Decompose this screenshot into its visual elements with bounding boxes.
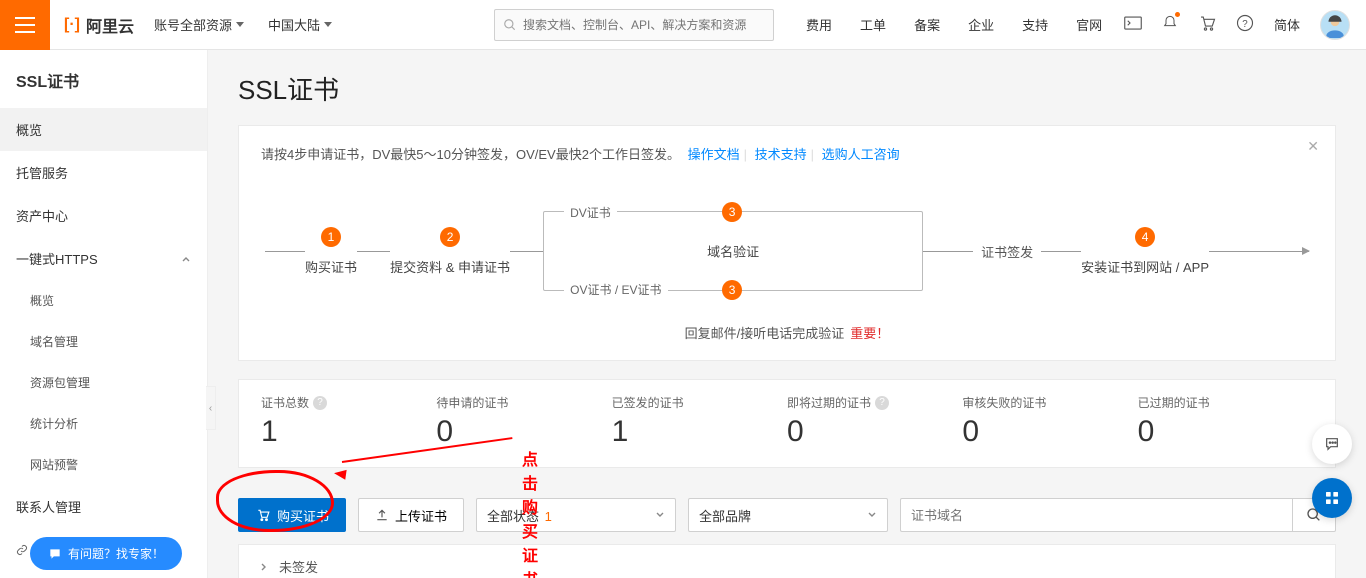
intro-link-support[interactable]: 技术支持 [755,147,807,162]
cert-search [900,498,1336,532]
top-icons: ? 简体 [1124,10,1366,40]
flow-branch-bottom-text: 回复邮件/接听电话完成验证重要！ [261,323,1313,342]
flow-issue-label: 证书签发 [981,242,1033,261]
chevron-down-icon [867,510,877,520]
user-avatar[interactable] [1320,10,1350,40]
step-number-icon: 3 [722,280,742,300]
sidebar-sub-domain[interactable]: 域名管理 [0,321,207,362]
buy-cert-button[interactable]: 购买证书 [238,498,346,532]
topnav-ticket[interactable]: 工单 [846,15,900,34]
chevron-down-icon [655,510,665,520]
hamburger-icon [15,17,35,33]
intro-card: ✕ 请按4步申请证书，DV最快5～10分钟签发，OV/EV最快2个工作日签发。 … [238,125,1336,361]
step-number-icon: 1 [321,227,341,247]
topnav-billing[interactable]: 费用 [792,15,846,34]
brand-name: 阿里云 [86,13,134,37]
hamburger-menu[interactable] [0,0,50,50]
step-number-icon: 2 [440,227,460,247]
sidebar-sub-overview[interactable]: 概览 [0,280,207,321]
intro-text: 请按4步申请证书，DV最快5～10分钟签发，OV/EV最快2个工作日签发。 操作… [261,144,1313,163]
sidebar-title: SSL证书 [0,50,207,108]
flow-branch: DV证书 3 域名验证 OV证书 / EV证书 3 [543,211,923,291]
flow-step-2: 2 提交资料 & 申请证书 [390,227,510,276]
chevron-right-icon [259,562,269,572]
cart-icon[interactable] [1198,14,1216,35]
sidebar-item-assets[interactable]: 资产中心 [0,194,207,237]
page-title: SSL证书 [238,70,1336,107]
upload-cert-button[interactable]: 上传证书 [358,498,464,532]
help-icon[interactable]: ? [1236,14,1254,35]
lang-switch[interactable]: 简体 [1274,15,1300,34]
search-icon [503,18,517,32]
stat-failed: 审核失败的证书0 [962,394,1137,449]
step-number-icon: 3 [722,202,742,222]
chat-icon [48,547,62,561]
close-icon[interactable]: ✕ [1307,138,1319,155]
stat-total: 证书总数?1 [261,394,436,449]
caret-down-icon [324,22,332,27]
stat-expired: 已过期的证书0 [1138,394,1313,449]
arrow-icon [1302,247,1310,255]
link-icon [16,544,28,556]
global-search-input[interactable] [523,18,765,32]
intro-link-consult[interactable]: 选购人工咨询 [822,147,900,162]
help-expert-button[interactable]: 有问题？找专家！ [30,537,182,570]
cart-icon [255,508,271,522]
topbar: [·] 阿里云 账号全部资源 中国大陆 费用 工单 备案 企业 支持 官网 ? … [0,0,1366,50]
global-search[interactable] [494,9,774,41]
intro-link-docs[interactable]: 操作文档 [688,147,740,162]
topnav-icp[interactable]: 备案 [900,15,954,34]
stat-pending: 待申请的证书0 [436,394,611,449]
stat-expiring: 即将过期的证书?0 [787,394,962,449]
flow-diagram: 1 购买证书 2 提交资料 & 申请证书 DV证书 3 域名验证 OV证书 / … [261,211,1313,301]
sidebar-sub-package[interactable]: 资源包管理 [0,362,207,403]
help-icon[interactable]: ? [875,396,889,410]
step-number-icon: 4 [1135,227,1155,247]
sidebar-item-hosting[interactable]: 托管服务 [0,151,207,194]
flow-step-4: 4 安装证书到网站 / APP [1081,227,1209,276]
chevron-up-icon [181,254,191,264]
sidebar-item-contacts[interactable]: 联系人管理 [0,485,207,528]
caret-down-icon [236,22,244,27]
float-chat-icon[interactable] [1312,424,1352,464]
account-scope-dropdown[interactable]: 账号全部资源 [142,15,256,34]
stat-issued: 已签发的证书1 [612,394,787,449]
brand-filter-select[interactable]: 全部品牌 [688,498,888,532]
status-filter-select[interactable]: 全部状态 1 [476,498,676,532]
stats-card: 证书总数?1 待申请的证书0 已签发的证书1 即将过期的证书?0 审核失败的证书… [238,379,1336,468]
accordion-unsigned[interactable]: 未签发 [238,544,1336,578]
sidebar-sub-alert[interactable]: 网站预警 [0,444,207,485]
help-icon[interactable]: ? [313,396,327,410]
sidebar-item-https[interactable]: 一键式HTTPS [0,237,207,280]
sidebar: SSL证书 概览 托管服务 资产中心 一键式HTTPS 概览 域名管理 资源包管… [0,50,208,578]
flow-step-1: 1 购买证书 [305,227,357,276]
float-icons [1312,424,1352,518]
bell-icon[interactable] [1162,14,1178,35]
upload-icon [375,508,389,522]
topnav-enterprise[interactable]: 企业 [954,15,1008,34]
sidebar-sub-stats[interactable]: 统计分析 [0,403,207,444]
main-content: SSL证书 ✕ 请按4步申请证书，DV最快5～10分钟签发，OV/EV最快2个工… [208,50,1366,578]
action-bar: 购买证书 上传证书 全部状态 1 全部品牌 [238,498,1336,532]
sidebar-item-overview[interactable]: 概览 [0,108,207,151]
cert-search-input[interactable] [900,498,1292,532]
svg-text:?: ? [1242,19,1248,30]
float-apps-icon[interactable] [1312,478,1352,518]
topnav-home[interactable]: 官网 [1062,15,1116,34]
topnav-support[interactable]: 支持 [1008,15,1062,34]
cloudshell-icon[interactable] [1124,16,1142,33]
region-dropdown[interactable]: 中国大陆 [256,15,344,34]
top-nav: 费用 工单 备案 企业 支持 官网 [792,15,1116,34]
logo-bracket-icon: [·] [64,16,80,34]
brand-logo[interactable]: [·] 阿里云 [50,13,142,37]
